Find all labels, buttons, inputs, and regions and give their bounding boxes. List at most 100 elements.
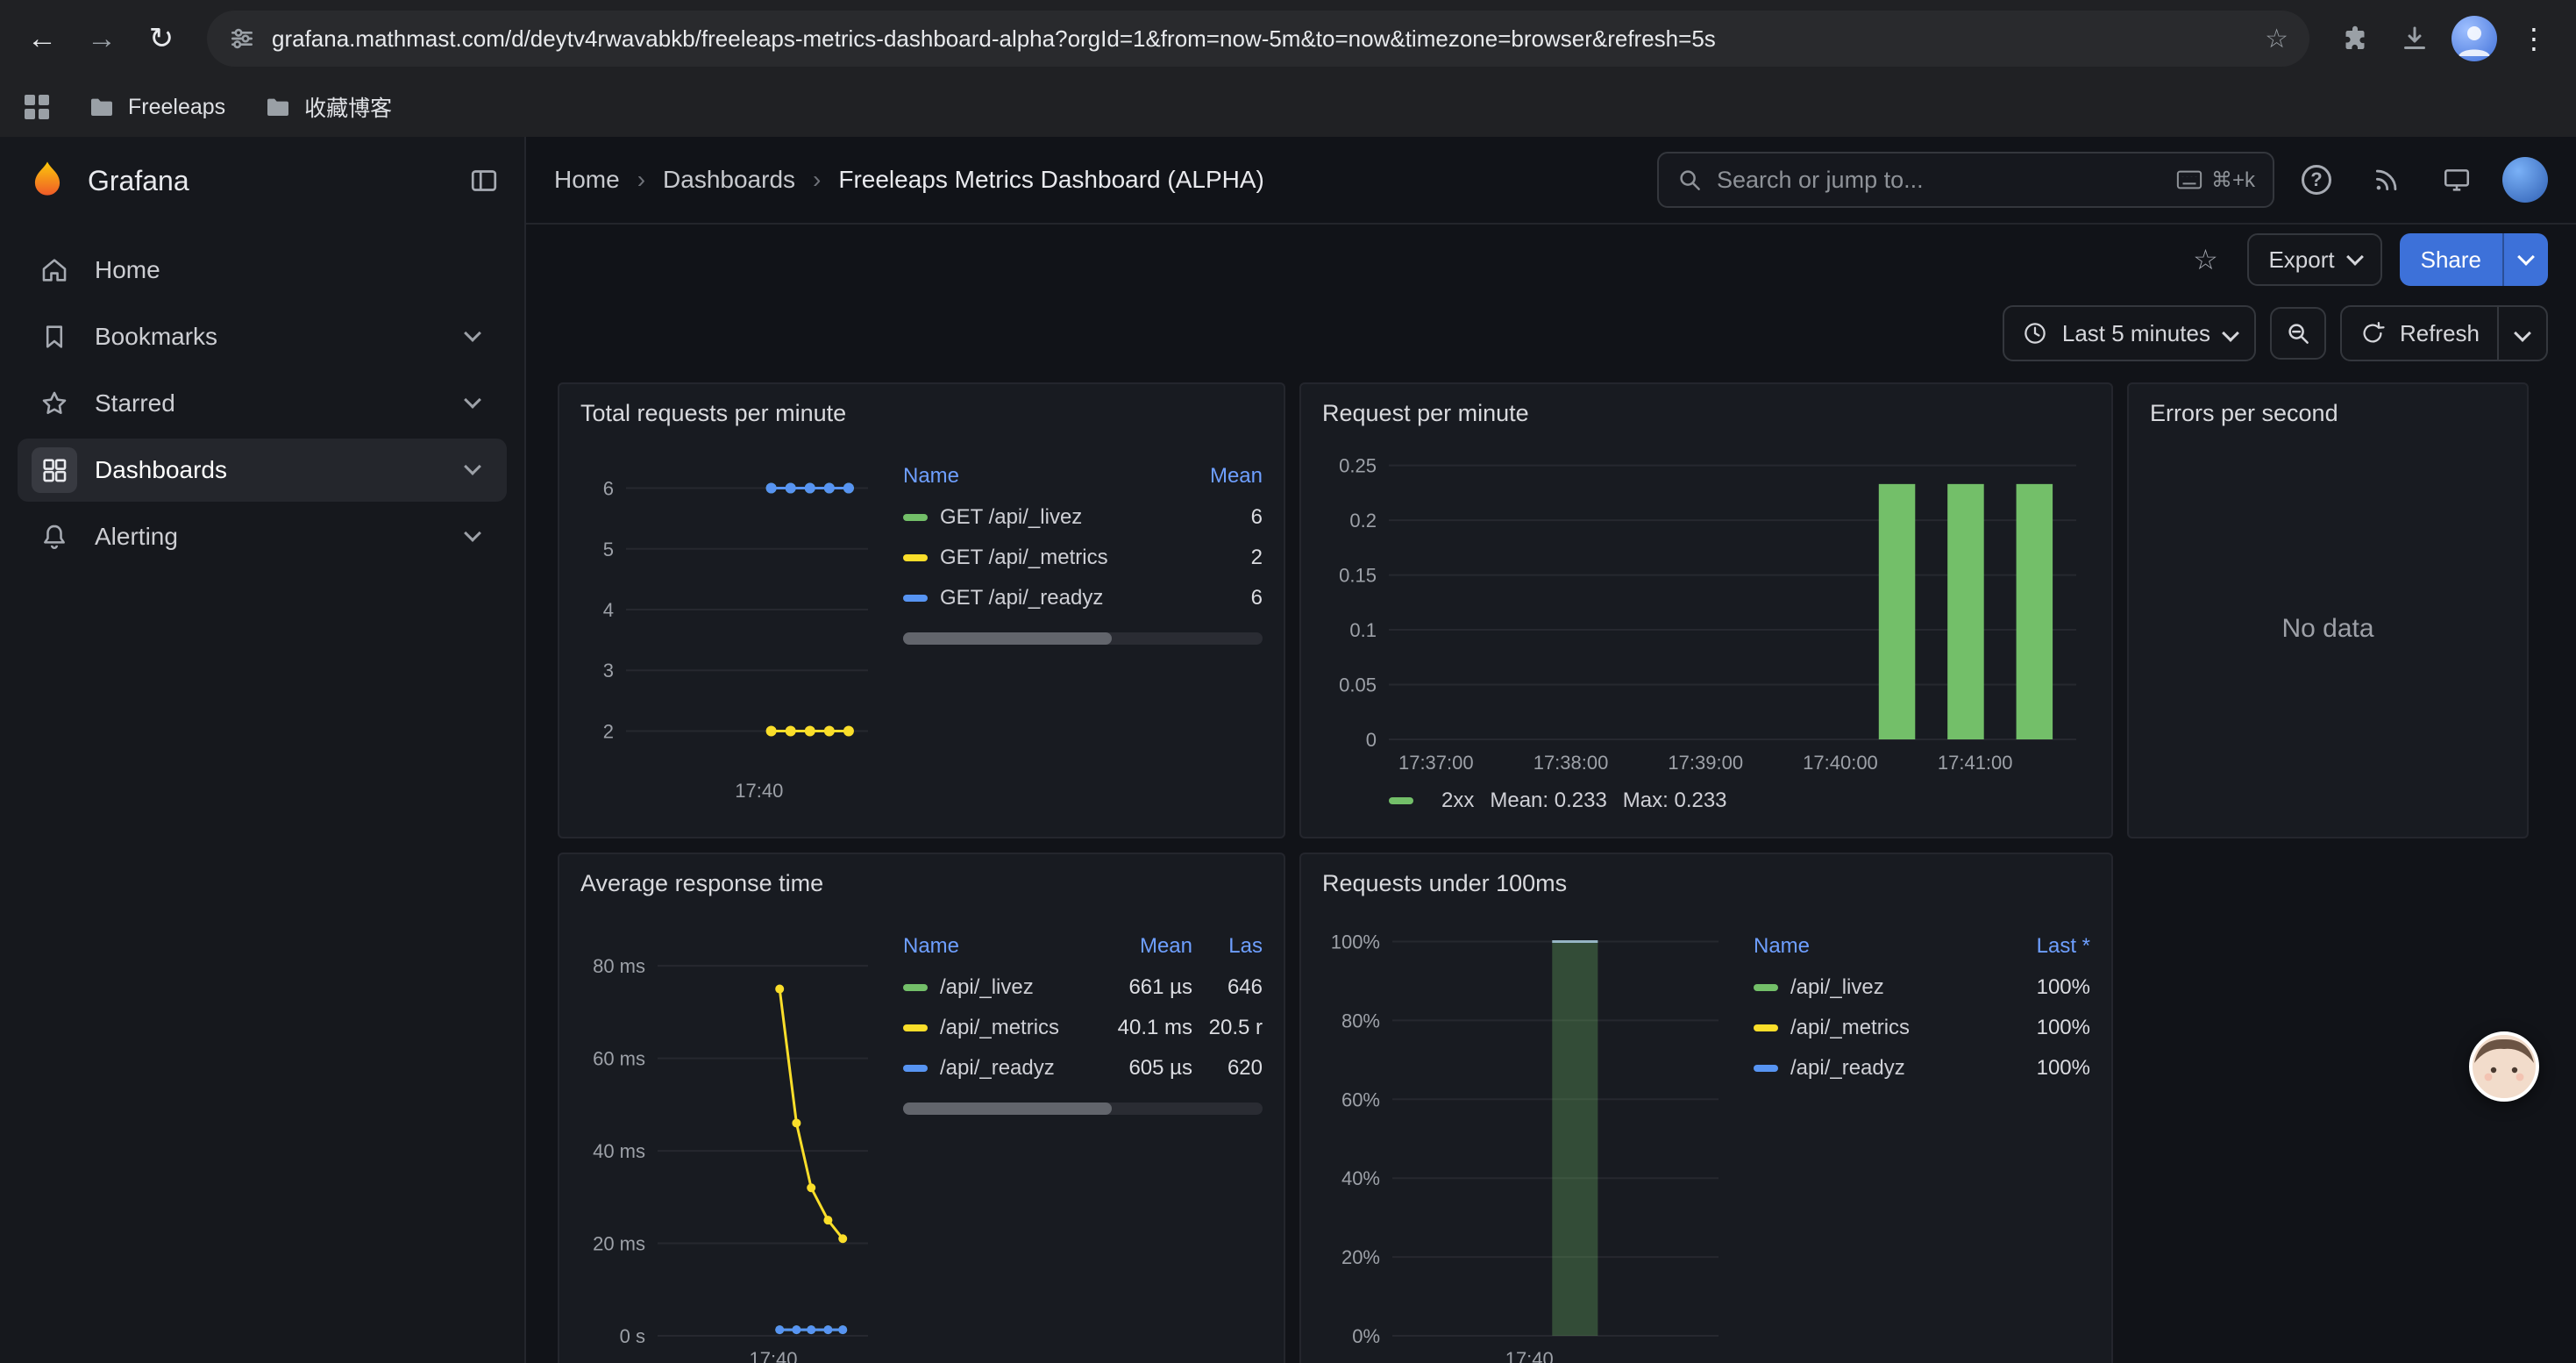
export-button[interactable]: Export — [2247, 233, 2381, 286]
apps-grid-icon[interactable] — [25, 95, 49, 119]
time-controls-bar: Last 5 minutes Refresh — [526, 295, 2576, 372]
sidebar-item-starred[interactable]: Starred — [18, 372, 507, 435]
reload-icon: ↻ — [149, 21, 174, 56]
legend-header-mean[interactable]: Mean — [1091, 934, 1192, 959]
bookmark-folder-blogs[interactable]: 收藏博客 — [264, 91, 392, 123]
site-info-icon[interactable] — [228, 25, 256, 53]
svg-text:40 ms: 40 ms — [593, 1140, 645, 1162]
panel-title[interactable]: Average response time — [580, 865, 1263, 904]
panel-title[interactable]: Request per minute — [1322, 395, 2090, 434]
dashboard-grid: Total requests per minute 2345617:40 Nam… — [526, 372, 2576, 1363]
legend-header-row: Name Mean Las — [903, 929, 1263, 967]
series-toggle[interactable]: /api/_metrics — [903, 1016, 1091, 1040]
breadcrumb-current: Freeleaps Metrics Dashboard (ALPHA) — [838, 166, 1264, 194]
total-requests-chart[interactable]: 2345617:40 — [580, 434, 882, 806]
user-avatar[interactable] — [2502, 157, 2548, 203]
series-name: /api/_readyz — [940, 1056, 1055, 1081]
series-name: /api/_livez — [1790, 975, 1884, 1000]
series-color-swatch — [903, 1024, 928, 1031]
star-outline-icon: ☆ — [2193, 243, 2218, 276]
average-response-time-chart[interactable]: 0 s20 ms40 ms60 ms80 ms17:40 — [580, 904, 882, 1363]
chevron-down-icon[interactable] — [464, 525, 481, 542]
chevron-down-icon[interactable] — [464, 458, 481, 475]
series-toggle[interactable]: /api/_readyz — [1754, 1056, 1996, 1081]
series-toggle[interactable]: GET /api/_livez — [903, 505, 1182, 530]
forward-button[interactable]: → — [74, 11, 130, 67]
zoom-out-button[interactable] — [2270, 307, 2326, 360]
legend-header-last[interactable]: Las — [1192, 934, 1263, 959]
news-rss-button[interactable] — [2359, 152, 2415, 208]
grafana-logo-icon[interactable] — [25, 158, 70, 203]
extensions-button[interactable] — [2327, 11, 2383, 67]
chevron-down-icon[interactable] — [464, 325, 481, 342]
brand-name: Grafana — [88, 165, 189, 197]
series-toggle[interactable]: GET /api/_metrics — [903, 546, 1182, 570]
search-placeholder: Search or jump to... — [1717, 167, 2162, 194]
floating-assistant-avatar[interactable] — [2469, 1031, 2539, 1102]
kiosk-mode-button[interactable] — [2429, 152, 2485, 208]
requests-under-100ms-chart[interactable]: 0%20%40%60%80%100%17:40 — [1322, 904, 1733, 1363]
legend-header-name[interactable]: Name — [1754, 934, 1996, 959]
share-menu-button[interactable] — [2502, 233, 2548, 286]
series-toggle[interactable]: /api/_livez — [903, 975, 1091, 1000]
legend-row: /api/_livez 661 µs 646 — [903, 967, 1263, 1008]
legend-scrollbar[interactable] — [903, 1103, 1263, 1115]
grafana-brand: Grafana — [0, 137, 524, 225]
time-range-picker[interactable]: Last 5 minutes — [2004, 307, 2254, 360]
sidebar-toggle-button[interactable] — [468, 165, 500, 196]
series-name[interactable]: 2xx — [1441, 789, 1474, 813]
address-bar[interactable]: grafana.mathmast.com/d/deytv4rwavabkb/fr… — [207, 11, 2309, 67]
breadcrumb-separator: › — [637, 166, 645, 194]
refresh-interval-button[interactable] — [2497, 307, 2546, 360]
sidebar-item-bookmarks[interactable]: Bookmarks — [18, 305, 507, 368]
bookmark-star-icon[interactable]: ☆ — [2265, 24, 2288, 54]
url-text[interactable]: grafana.mathmast.com/d/deytv4rwavabkb/fr… — [272, 25, 2249, 53]
grafana-sidebar: Grafana Home Bookmarks Starred D — [0, 137, 526, 1363]
breadcrumb-home[interactable]: Home — [554, 166, 620, 194]
legend-header-name[interactable]: Name — [903, 464, 1182, 489]
bookmark-folder-freeleaps[interactable]: Freeleaps — [88, 93, 225, 121]
svg-text:0.2: 0.2 — [1349, 510, 1377, 532]
search-input[interactable]: Search or jump to... ⌘+k — [1657, 152, 2274, 208]
chevron-down-icon[interactable] — [464, 391, 481, 409]
sidebar-item-home[interactable]: Home — [18, 239, 507, 302]
avatar-face — [2473, 1035, 2536, 1098]
series-toggle[interactable]: /api/_readyz — [903, 1056, 1091, 1081]
bookmarks-bar: Freeleaps 收藏博客 — [0, 77, 2576, 137]
series-toggle[interactable]: GET /api/_readyz — [903, 586, 1182, 610]
time-range-group: Last 5 minutes — [2003, 305, 2256, 361]
folder-icon — [88, 93, 116, 121]
refresh-button[interactable]: Refresh — [2342, 307, 2497, 360]
legend-header-name[interactable]: Name — [903, 934, 1091, 959]
back-button[interactable]: ← — [14, 11, 70, 67]
legend-header-last[interactable]: Last * — [1996, 934, 2090, 959]
panel-title[interactable]: Errors per second — [2150, 395, 2506, 434]
browser-chrome: ← → ↻ grafana.mathmast.com/d/deytv4rwava… — [0, 0, 2576, 137]
legend-header-mean[interactable]: Mean — [1182, 464, 1263, 489]
search-icon — [1676, 167, 1703, 193]
panel-title[interactable]: Requests under 100ms — [1322, 865, 2090, 904]
svg-text:5: 5 — [603, 539, 614, 560]
legend-row: /api/_readyz 605 µs 620 — [903, 1048, 1263, 1088]
scrollbar-thumb[interactable] — [903, 632, 1112, 645]
series-toggle[interactable]: /api/_metrics — [1754, 1016, 1996, 1040]
request-per-minute-chart[interactable]: 00.050.10.150.20.2517:37:0017:38:0017:39… — [1322, 434, 2090, 778]
legend-row: 2xx Mean: 0.233 Max: 0.233 — [1322, 778, 2090, 813]
download-icon — [2399, 23, 2430, 54]
series-toggle[interactable]: /api/_livez — [1754, 975, 1996, 1000]
browser-menu-button[interactable]: ⋮ — [2506, 11, 2562, 67]
sidebar-item-dashboards[interactable]: Dashboards — [18, 439, 507, 502]
downloads-button[interactable] — [2387, 11, 2443, 67]
panel-total-requests: Total requests per minute 2345617:40 Nam… — [558, 382, 1285, 838]
panel-title[interactable]: Total requests per minute — [580, 395, 1263, 434]
help-button[interactable]: ? — [2288, 152, 2345, 208]
share-button[interactable]: Share — [2400, 233, 2502, 286]
sidebar-item-alerting[interactable]: Alerting — [18, 505, 507, 568]
reload-button[interactable]: ↻ — [133, 11, 189, 67]
legend-scrollbar[interactable] — [903, 632, 1263, 645]
favorite-dashboard-button[interactable]: ☆ — [2181, 235, 2230, 284]
breadcrumb-dashboards[interactable]: Dashboards — [663, 166, 795, 194]
profile-button[interactable] — [2446, 11, 2502, 67]
svg-text:80%: 80% — [1341, 1010, 1380, 1031]
scrollbar-thumb[interactable] — [903, 1103, 1112, 1115]
